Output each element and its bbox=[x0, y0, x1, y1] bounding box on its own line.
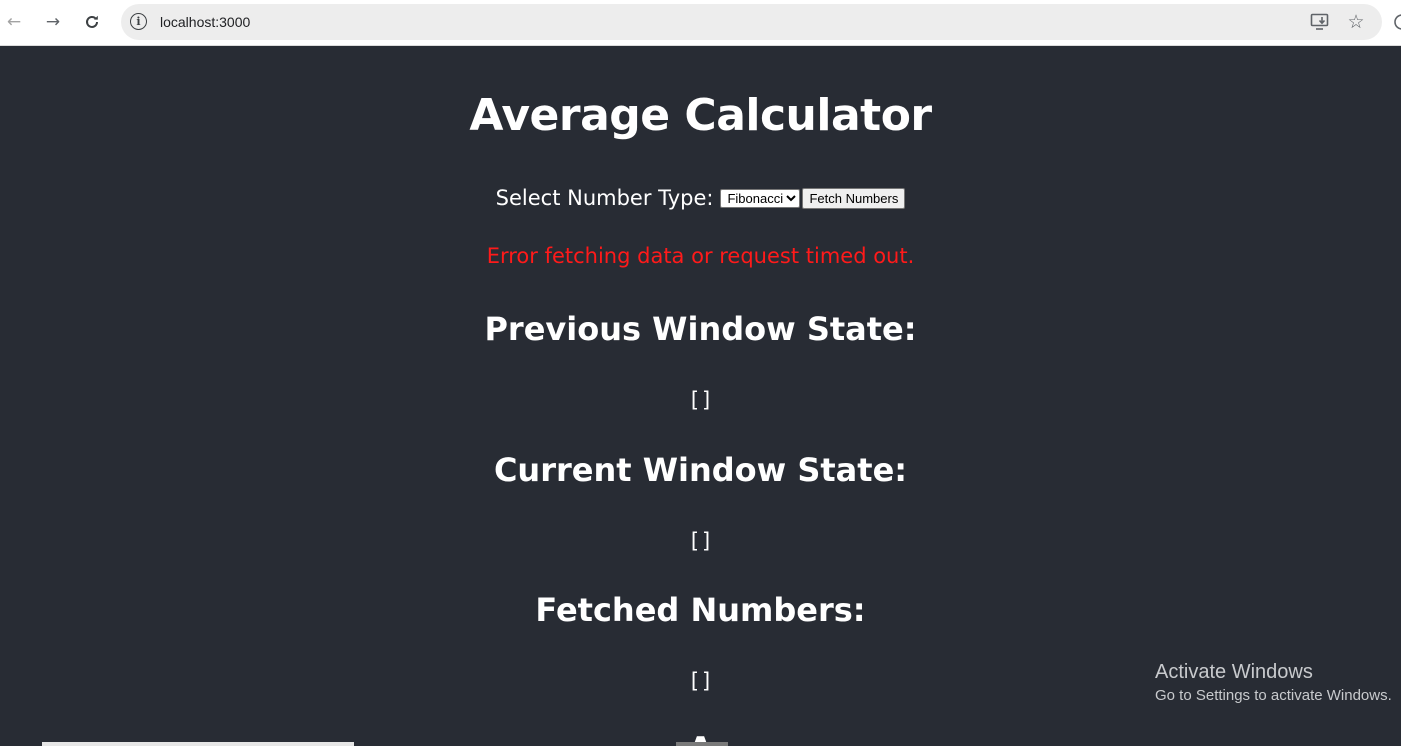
number-type-label: Select Number Type: bbox=[495, 186, 714, 210]
back-button[interactable]: ← bbox=[1, 9, 27, 35]
app-page: Average Calculator Select Number Type: F… bbox=[0, 46, 1401, 746]
page-title: Average Calculator bbox=[469, 90, 932, 141]
info-icon[interactable]: i bbox=[130, 13, 147, 30]
browser-toolbar: ← → i localhost:3000 ☆ bbox=[0, 0, 1401, 46]
activate-windows-title: Activate Windows bbox=[1155, 661, 1313, 683]
number-type-select[interactable]: Fibonacci bbox=[720, 188, 801, 208]
number-type-controls: Select Number Type: Fibonacci Fetch Numb… bbox=[0, 183, 1401, 213]
forward-button[interactable]: → bbox=[40, 9, 66, 35]
install-app-button[interactable] bbox=[1309, 11, 1331, 33]
error-message: Error fetching data or request timed out… bbox=[486, 244, 915, 268]
back-arrow-icon: ← bbox=[6, 12, 22, 32]
fetched-numbers-heading: Fetched Numbers: bbox=[535, 591, 866, 629]
fetch-numbers-button[interactable]: Fetch Numbers bbox=[802, 187, 906, 209]
bookmark-button[interactable]: ☆ bbox=[1345, 11, 1367, 33]
taskbar-item[interactable] bbox=[676, 742, 728, 746]
reload-button[interactable] bbox=[79, 9, 105, 35]
previous-window-heading: Previous Window State: bbox=[484, 310, 917, 348]
address-bar-url[interactable]: localhost:3000 bbox=[160, 13, 250, 31]
star-icon: ☆ bbox=[1347, 11, 1365, 33]
forward-arrow-icon: → bbox=[45, 12, 61, 32]
current-window-heading: Current Window State: bbox=[493, 451, 908, 489]
install-app-icon bbox=[1310, 13, 1329, 30]
taskbar-item[interactable] bbox=[42, 742, 354, 746]
address-bar[interactable]: i localhost:3000 ☆ bbox=[121, 4, 1382, 40]
previous-window-value: [] bbox=[687, 388, 714, 412]
activate-windows-subtitle: Go to Settings to activate Windows. bbox=[1155, 687, 1392, 704]
current-window-value: [] bbox=[687, 529, 714, 553]
activate-windows-watermark: Activate Windows Go to Settings to activ… bbox=[1155, 660, 1392, 706]
reload-icon bbox=[86, 15, 98, 28]
profile-icon[interactable] bbox=[1393, 12, 1401, 32]
